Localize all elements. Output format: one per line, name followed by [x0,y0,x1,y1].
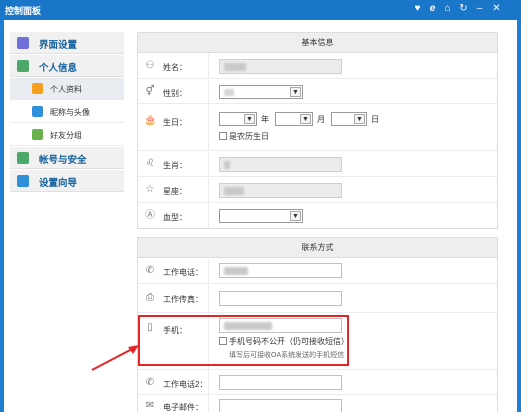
work-fax-row: ⎙ 工作传真： [138,285,497,313]
birthday-label: 生日： [163,118,187,127]
cake-icon: 🎂 [144,115,157,126]
sidebar-item-label: 昵称与头像 [50,108,90,117]
user-icon: ⚇ [145,60,155,71]
sidebar-item-label: 设置向导 [39,178,78,189]
constellation-field [219,183,342,198]
work-phone-label: 工作电话： [163,268,203,277]
ie-icon[interactable]: e [426,2,439,16]
contact-header: 联系方式 [138,238,497,258]
work-phone2-label: 工作电话2： [163,380,208,389]
star-icon: ☆ [145,184,155,195]
sidebar-item-profile[interactable]: 个人资料 [10,78,124,100]
sidebar-item-interface-settings[interactable]: 界面设置 [10,32,124,54]
palette-icon [17,37,29,49]
title-bar: 控制面板 ♥ e ⌂ ↻ – ✕ [0,0,521,20]
blood-type-row: Ⓐ 血型： ▼ [138,204,497,229]
email-field[interactable] [219,399,342,412]
work-fax-label: 工作传真： [163,295,203,304]
basic-info-header: 基本信息 [138,33,497,53]
sidebar-item-label: 好友分组 [50,131,82,140]
blood-type-icon: Ⓐ [145,210,155,221]
mail-icon: ✉ [145,400,155,411]
work-phone-row: ✆ 工作电话： [138,259,497,284]
highlight-box [138,315,349,366]
fax-icon: ⎙ [146,292,154,303]
zodiac-row: ♌ 生肖： [138,152,497,177]
sidebar-item-setup-wizard[interactable]: 设置向导 [10,170,124,192]
zodiac-icon: ♌ [145,158,155,169]
basic-info-panel: 基本信息 ⚇ 姓名： ⚥ 性别： ▼ 🎂 生日： ▼ 年 ▼ 月 ▼ 日 是农历… [137,32,498,229]
sidebar-item-label: 界面设置 [39,40,78,51]
email-row: ✉ 电子邮件： [138,396,497,412]
work-fax-field[interactable] [219,291,342,306]
gender-row: ⚥ 性别： ▼ [138,80,497,104]
birth-year-select[interactable]: ▼ [219,112,257,126]
sidebar-item-friend-groups[interactable]: 好友分组 [10,124,124,146]
work-phone2-field[interactable] [219,375,342,390]
sidebar-item-nickname-avatar[interactable]: 昵称与头像 [10,101,124,123]
constellation-label: 星座： [163,187,187,196]
name-label: 姓名： [163,63,187,72]
birth-month-select[interactable]: ▼ [275,112,313,126]
work-phone-field[interactable] [219,263,342,278]
sidebar-item-personal-info[interactable]: 个人信息 [10,55,124,77]
shield-icon [17,152,29,164]
birth-day-select[interactable]: ▼ [331,112,367,126]
avatar-icon [32,106,43,117]
lunar-birthday-label: 是农历生日 [229,132,269,141]
gender-select[interactable]: ▼ [219,85,303,99]
annotation-arrow-icon [91,345,139,371]
phone-icon: ✆ [145,265,155,276]
chevron-down-icon: ▼ [290,87,301,97]
heart-icon [32,129,43,140]
sidebar-item-label: 个人资料 [50,85,82,94]
blood-type-select[interactable]: ▼ [219,209,303,223]
sidebar-item-label: 帐号与安全 [39,155,87,166]
phone-icon: ✆ [145,377,155,388]
close-icon[interactable]: ✕ [490,2,503,16]
month-unit: 月 [317,115,325,124]
wizard-icon [17,175,29,187]
lunar-birthday-checkbox[interactable] [219,132,227,140]
email-label: 电子邮件： [163,403,203,412]
gender-label: 性别： [163,89,187,98]
sidebar: 界面设置 个人信息 个人资料 昵称与头像 好友分组 帐号与安全 设置向导 [10,32,124,392]
sidebar-item-label: 个人信息 [39,63,78,74]
blood-type-label: 血型： [163,213,187,222]
constellation-row: ☆ 星座： [138,178,497,203]
work-phone2-row: ✆ 工作电话2： [138,371,497,395]
home-icon[interactable]: ⌂ [441,2,454,16]
year-unit: 年 [261,115,269,124]
person-icon [17,60,29,72]
profile-card-icon [32,83,43,94]
day-unit: 日 [371,115,379,124]
chevron-down-icon: ▼ [244,114,255,124]
zodiac-field [219,157,342,172]
zodiac-label: 生肖： [163,161,187,170]
heart-icon[interactable]: ♥ [411,2,424,16]
name-row: ⚇ 姓名： [138,54,497,79]
chevron-down-icon: ▼ [354,114,365,124]
birthday-row: 🎂 生日： ▼ 年 ▼ 月 ▼ 日 是农历生日 [138,105,497,151]
gender-icon: ⚥ [145,86,155,97]
minimize-icon[interactable]: – [473,2,486,16]
chevron-down-icon: ▼ [290,211,301,221]
refresh-icon[interactable]: ↻ [457,2,470,16]
chevron-down-icon: ▼ [300,114,311,124]
sidebar-item-account-security[interactable]: 帐号与安全 [10,147,124,169]
name-field[interactable] [219,59,342,74]
window-title: 控制面板 [5,6,42,16]
